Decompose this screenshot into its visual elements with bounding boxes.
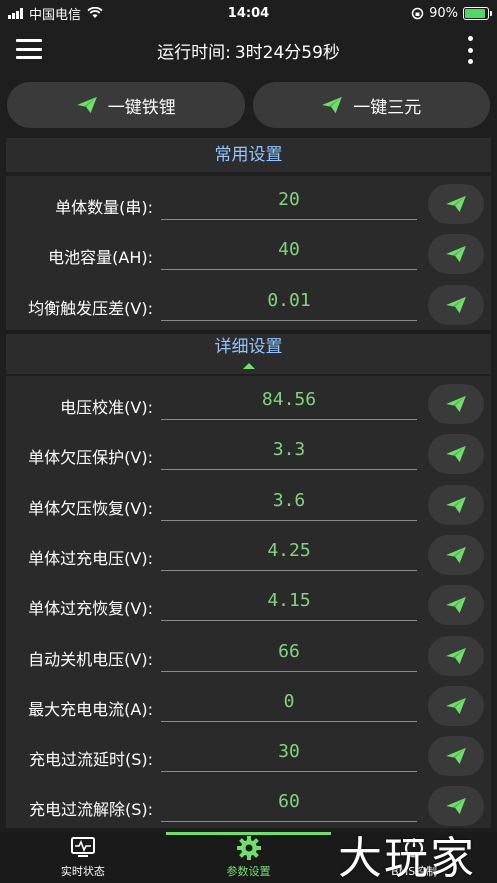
send-icon — [445, 395, 467, 413]
setting-row: 单体欠压保护(V): 3.3 — [6, 430, 491, 480]
setting-value-input[interactable]: 0 — [161, 686, 417, 722]
common-settings-header: 常用设置 — [6, 138, 491, 172]
setting-label: 最大充电电流(A): — [28, 699, 153, 719]
tab-parameter-settings[interactable]: 参数设置 — [165, 832, 332, 883]
setting-row: 均衡触发压差(V): 0.01 — [6, 281, 491, 331]
setting-label: 充电过流解除(S): — [28, 800, 153, 820]
setting-row: 最大充电电流(A): 0 — [6, 682, 491, 732]
setting-row: 充电过流延时(S): 30 — [6, 732, 491, 782]
signal-icon — [8, 7, 23, 19]
setting-label: 单体欠压恢复(V): — [28, 498, 153, 518]
send-icon — [76, 96, 98, 114]
setting-label: 单体数量(串): — [55, 198, 153, 217]
setting-row: 单体欠压恢复(V): 3.6 — [6, 481, 491, 531]
tab-bms-control[interactable]: BMS控制 — [331, 832, 497, 883]
setting-label: 单体过充恢复(V): — [28, 599, 153, 619]
battery-fill — [465, 8, 485, 18]
setting-value-input[interactable]: 3.3 — [161, 434, 417, 471]
common-settings-panel: 单体数量(串): 20 电池容量(AH): 40 均衡触发压差(V): 0.01 — [6, 176, 491, 330]
power-icon — [405, 838, 424, 858]
setting-label: 自动关机电压(V): — [28, 649, 153, 669]
status-bar: 中国电信 14:04 90% — [0, 0, 497, 26]
setting-label: 电池容量(AH): — [48, 248, 153, 268]
bottom-nav: 实时状态 参数设置 BMS控制 — [0, 832, 497, 883]
menu-icon[interactable] — [16, 39, 42, 59]
setting-row: 单体过充恢复(V): 4.15 — [6, 581, 491, 631]
collapse-caret-icon — [242, 363, 255, 369]
battery-icon — [463, 6, 492, 20]
send-icon — [445, 697, 467, 715]
setting-value-input[interactable]: 84.56 — [161, 384, 417, 420]
tab-realtime-status[interactable]: 实时状态 — [0, 832, 166, 883]
setting-value-input[interactable]: 4.25 — [161, 535, 417, 571]
ternary-preset-label: 一键三元 — [353, 97, 422, 118]
setting-value-input[interactable]: 30 — [161, 736, 417, 773]
runtime-title: 运行时间: 3时24分59秒 — [157, 38, 340, 63]
send-setting-button[interactable] — [428, 635, 484, 676]
send-icon — [445, 296, 467, 314]
setting-label: 电压校准(V): — [60, 398, 153, 417]
send-icon — [445, 546, 467, 564]
setting-label: 充电过流延时(S): — [28, 750, 153, 770]
setting-row: 充电过流解除(S): 60 — [6, 782, 491, 832]
send-setting-button[interactable] — [428, 786, 484, 827]
send-setting-button[interactable] — [428, 434, 484, 475]
more-options-icon[interactable] — [467, 36, 473, 64]
setting-row: 电压校准(V): 84.56 — [6, 380, 491, 430]
send-setting-button[interactable] — [428, 685, 484, 726]
setting-value-input[interactable]: 0.01 — [161, 285, 417, 321]
detail-settings-title: 详细设置 — [214, 337, 283, 357]
send-icon — [445, 797, 467, 815]
setting-label: 单体欠压保护(V): — [28, 448, 153, 468]
setting-label: 均衡触发压差(V): — [28, 298, 153, 318]
gear-icon — [236, 836, 261, 860]
tab-bms-control-label: BMS控制 — [391, 865, 438, 878]
send-icon — [445, 445, 467, 463]
setting-label: 单体过充电压(V): — [28, 548, 153, 568]
wifi-icon — [87, 7, 103, 18]
send-icon — [445, 195, 467, 213]
send-setting-button[interactable] — [428, 585, 484, 626]
setting-row: 自动关机电压(V): 66 — [6, 632, 491, 682]
send-setting-button[interactable] — [428, 184, 484, 224]
send-setting-button[interactable] — [428, 484, 484, 525]
setting-row: 单体过充电压(V): 4.25 — [6, 531, 491, 581]
setting-value-input[interactable]: 4.15 — [161, 585, 417, 622]
send-icon — [321, 96, 343, 114]
setting-row: 单体数量(串): 20 — [6, 180, 491, 230]
monitor-icon — [70, 837, 95, 857]
carrier-label: 中国电信 — [29, 7, 82, 23]
send-setting-button[interactable] — [428, 384, 484, 424]
send-setting-button[interactable] — [428, 736, 484, 777]
app-header: 运行时间: 3时24分59秒 — [0, 26, 497, 74]
tab-realtime-status-label: 实时状态 — [60, 865, 105, 878]
send-setting-button[interactable] — [428, 534, 484, 575]
lifepo4-preset-label: 一键铁锂 — [107, 97, 176, 118]
battery-percent: 90% — [429, 5, 458, 21]
detail-settings-header[interactable]: 详细设置 — [6, 334, 491, 374]
common-settings-title: 常用设置 — [214, 145, 283, 165]
setting-value-input[interactable]: 66 — [161, 636, 417, 672]
quick-actions: 一键铁锂 一键三元 — [7, 82, 490, 128]
setting-value-input[interactable]: 60 — [161, 786, 417, 823]
orientation-lock-icon — [411, 7, 424, 19]
send-icon — [445, 245, 467, 263]
send-setting-button[interactable] — [428, 234, 484, 275]
setting-value-input[interactable]: 20 — [161, 184, 417, 220]
runtime-label: 运行时间: — [157, 42, 231, 63]
setting-value-input[interactable]: 3.6 — [161, 485, 417, 521]
runtime-value: 3时24分59秒 — [234, 42, 340, 63]
lifepo4-preset-button[interactable]: 一键铁锂 — [7, 82, 245, 128]
send-icon — [445, 496, 467, 514]
send-setting-button[interactable] — [428, 284, 484, 325]
send-icon — [445, 647, 467, 665]
setting-value-input[interactable]: 40 — [161, 234, 417, 271]
send-icon — [445, 596, 467, 614]
setting-row: 电池容量(AH): 40 — [6, 230, 491, 280]
send-icon — [445, 747, 467, 765]
tab-parameter-settings-label: 参数设置 — [226, 865, 271, 878]
ternary-preset-button[interactable]: 一键三元 — [252, 82, 490, 128]
detail-settings-panel: 电压校准(V): 84.56 单体欠压保护(V): 3.3 单体欠压恢复(V): 3.6 单… — [6, 376, 491, 828]
